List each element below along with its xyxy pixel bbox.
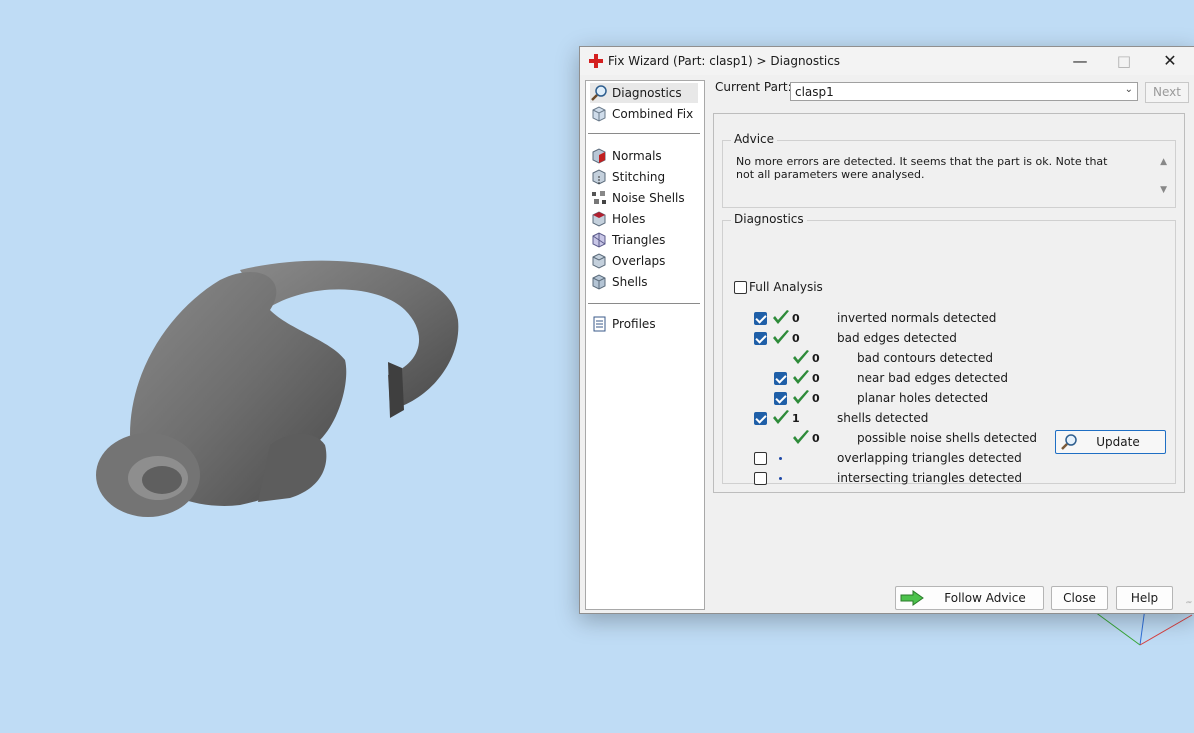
diagnostic-count: 0 (812, 432, 820, 445)
update-button[interactable]: Update (1055, 430, 1166, 454)
green-check-icon (773, 410, 789, 424)
diagnostic-count: 0 (792, 312, 800, 325)
green-check-icon (793, 350, 809, 364)
diagnostic-label: possible noise shells detected (857, 431, 1038, 445)
title-bar[interactable]: Fix Wizard (Part: clasp1) > Diagnostics … (580, 47, 1194, 75)
nav-item-label: Overlaps (612, 254, 666, 268)
diagnostic-label: shells detected (837, 411, 929, 425)
follow-advice-label: Follow Advice (944, 591, 1026, 605)
nav-item-triangles[interactable]: Triangles (590, 230, 698, 250)
diagnostic-count: 0 (812, 372, 820, 385)
diagnostic-checkbox[interactable] (754, 312, 767, 325)
wizard-nav-list: Diagnostics Combined Fix Normals Stitchi… (585, 80, 705, 610)
minimize-button[interactable]: — (1058, 47, 1102, 75)
full-analysis-checkbox[interactable] (734, 281, 747, 294)
green-arrow-icon (900, 590, 924, 606)
scroll-up-icon[interactable]: ▲ (1160, 157, 1167, 167)
green-check-icon (793, 370, 809, 384)
fix-wizard-dialog: Fix Wizard (Part: clasp1) > Diagnostics … (579, 46, 1194, 614)
window-title: Fix Wizard (Part: clasp1) > Diagnostics (608, 54, 841, 68)
diagnostic-label: bad edges detected (837, 331, 957, 345)
nav-item-holes[interactable]: Holes (590, 209, 698, 229)
advice-text: No more errors are detected. It seems th… (736, 155, 1108, 181)
nav-item-label: Diagnostics (612, 86, 682, 100)
stitching-cube-icon (592, 169, 606, 185)
normals-cube-icon (592, 148, 606, 164)
close-button[interactable]: Close (1051, 586, 1108, 610)
diagnostic-label: inverted normals detected (837, 311, 997, 325)
nav-item-combined-fix[interactable]: Combined Fix (590, 104, 698, 124)
diagnostic-checkbox[interactable] (754, 332, 767, 345)
clasp-3d-model[interactable] (90, 250, 470, 530)
chevron-down-icon: ⌄ (1124, 84, 1133, 95)
nav-item-overlaps[interactable]: Overlaps (590, 251, 698, 271)
green-check-icon (773, 330, 789, 344)
diagnostic-checkbox[interactable] (774, 392, 787, 405)
green-check-icon (793, 390, 809, 404)
red-cross-icon (589, 54, 603, 68)
close-window-button[interactable]: ✕ (1148, 47, 1192, 75)
overlaps-cube-icon (592, 253, 606, 269)
nav-item-label: Holes (612, 212, 646, 226)
resize-grip-icon[interactable]: ⁗ (1186, 601, 1192, 611)
nav-item-stitching[interactable]: Stitching (590, 167, 698, 187)
nav-item-noise-shells[interactable]: Noise Shells (590, 188, 698, 208)
shells-cube-icon (592, 274, 606, 290)
pending-dot-icon (779, 457, 782, 460)
current-part-value: clasp1 (795, 85, 834, 99)
diagnostics-group-title: Diagnostics (731, 212, 807, 226)
maximize-button[interactable]: □ (1102, 47, 1146, 75)
diagnostic-label: planar holes detected (857, 391, 989, 405)
nav-item-label: Stitching (612, 170, 666, 184)
holes-cube-icon (592, 211, 606, 227)
diagnostic-count: 0 (792, 332, 800, 345)
nav-item-normals[interactable]: Normals (590, 146, 698, 166)
diagnostic-label: near bad edges detected (857, 371, 1008, 385)
nav-item-label: Triangles (612, 233, 666, 247)
diagnostic-count: 0 (812, 352, 820, 365)
diagnostic-checkbox[interactable] (754, 412, 767, 425)
advice-group-title: Advice (731, 132, 778, 146)
current-part-label: Current Part: (715, 80, 792, 94)
nav-item-label: Profiles (612, 317, 656, 331)
green-check-icon (793, 430, 809, 444)
nav-item-profiles[interactable]: Profiles (590, 314, 698, 334)
nav-item-shells[interactable]: Shells (590, 272, 698, 292)
pending-dot-icon (779, 477, 782, 480)
diagnostic-label: bad contours detected (857, 351, 993, 365)
diagnostic-label: intersecting triangles detected (837, 471, 1022, 485)
advice-group: Advice No more errors are detected. It s… (722, 132, 1176, 208)
triangles-cube-icon (592, 232, 606, 248)
nav-item-label: Normals (612, 149, 662, 163)
update-label: Update (1096, 435, 1140, 449)
diagnostic-count: 0 (812, 392, 820, 405)
full-analysis-label: Full Analysis (749, 280, 823, 294)
diagnostic-label: overlapping triangles detected (837, 451, 1022, 465)
diagnostic-checkbox[interactable] (754, 472, 767, 485)
current-part-select[interactable]: clasp1 ⌄ (790, 82, 1138, 101)
document-icon (593, 316, 606, 332)
diagnostic-count: 1 (792, 412, 800, 425)
next-button[interactable]: Next (1145, 82, 1189, 103)
noise-shells-icon (592, 191, 606, 204)
nav-item-label: Combined Fix (612, 107, 694, 121)
magnifier-icon (591, 85, 607, 101)
diagnostic-checkbox[interactable] (774, 372, 787, 385)
scroll-down-icon[interactable]: ▼ (1160, 185, 1167, 195)
nav-item-diagnostics[interactable]: Diagnostics (590, 83, 698, 103)
nav-separator (588, 303, 700, 304)
green-check-icon (773, 310, 789, 324)
cube-icon (592, 106, 606, 122)
nav-separator (588, 133, 700, 134)
diagnostic-checkbox[interactable] (754, 452, 767, 465)
diagnostics-panel: Advice No more errors are detected. It s… (713, 113, 1185, 493)
help-button[interactable]: Help (1116, 586, 1173, 610)
nav-item-label: Shells (612, 275, 648, 289)
nav-item-label: Noise Shells (612, 191, 685, 205)
follow-advice-button[interactable]: Follow Advice (895, 586, 1044, 610)
